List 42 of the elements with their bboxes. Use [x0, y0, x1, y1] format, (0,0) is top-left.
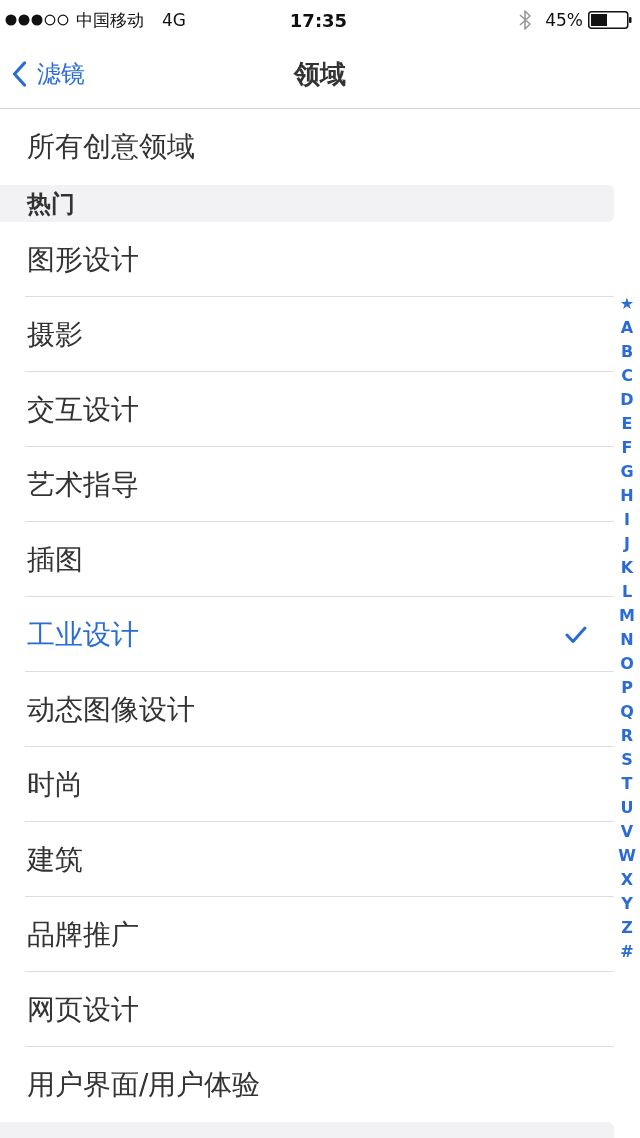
section-index-entry[interactable]: Y [621, 891, 633, 916]
section-index-entry[interactable]: K [620, 555, 634, 580]
signal-icon [5, 14, 69, 26]
section-index-entry[interactable]: R [620, 723, 634, 748]
section-index-entry[interactable]: P [621, 675, 633, 700]
section-index-entry[interactable]: N [620, 627, 634, 652]
chevron-left-icon [12, 61, 27, 87]
network-type: 4G [162, 10, 186, 30]
battery-percent: 45% [545, 10, 583, 30]
section-index-entry[interactable]: H [620, 483, 634, 508]
nav-title: 领域 [294, 57, 346, 91]
section-index-entry[interactable]: G [620, 459, 634, 484]
carrier-name: 中国移动 [76, 8, 144, 32]
section-index-entry[interactable]: T [621, 771, 633, 796]
section-index-entry[interactable]: ★ [619, 291, 635, 316]
section-index-entry[interactable]: J [624, 531, 630, 556]
section-index-entry[interactable]: F [621, 435, 633, 460]
section-index-entry[interactable]: A [620, 315, 634, 340]
section-index-entry[interactable]: I [624, 507, 630, 532]
section-index-entry[interactable]: O [620, 651, 634, 676]
section-index-entry[interactable]: Z [621, 915, 633, 940]
bluetooth-icon [519, 10, 532, 30]
category-item[interactable]: 所有创意领域 [0, 109, 614, 185]
section-index-entry[interactable]: # [620, 939, 634, 964]
section-index-entry[interactable]: L [621, 579, 633, 604]
section-index-entry[interactable]: U [620, 795, 634, 820]
section-index-entry[interactable]: D [620, 387, 634, 412]
section-index-entry[interactable]: W [618, 843, 636, 868]
section-index-entry[interactable]: E [621, 411, 633, 436]
section-index-entry[interactable]: V [620, 819, 634, 844]
back-button[interactable]: 滤镜 [12, 58, 85, 90]
section-index-entry[interactable]: B [620, 339, 634, 364]
section-header: 热门 [0, 185, 614, 222]
category-item[interactable]: 用户界面/用户体验 [0, 1047, 614, 1122]
status-time: 17:35 [289, 9, 348, 31]
section-index-entry[interactable]: X [620, 867, 634, 892]
section-index-entry[interactable]: C [621, 363, 633, 388]
section-index-entry[interactable]: S [621, 747, 633, 772]
section-index-entry[interactable]: M [619, 603, 635, 628]
section-index-entry[interactable]: Q [620, 699, 634, 724]
checkmark-icon [565, 625, 587, 644]
battery-icon [588, 11, 632, 29]
